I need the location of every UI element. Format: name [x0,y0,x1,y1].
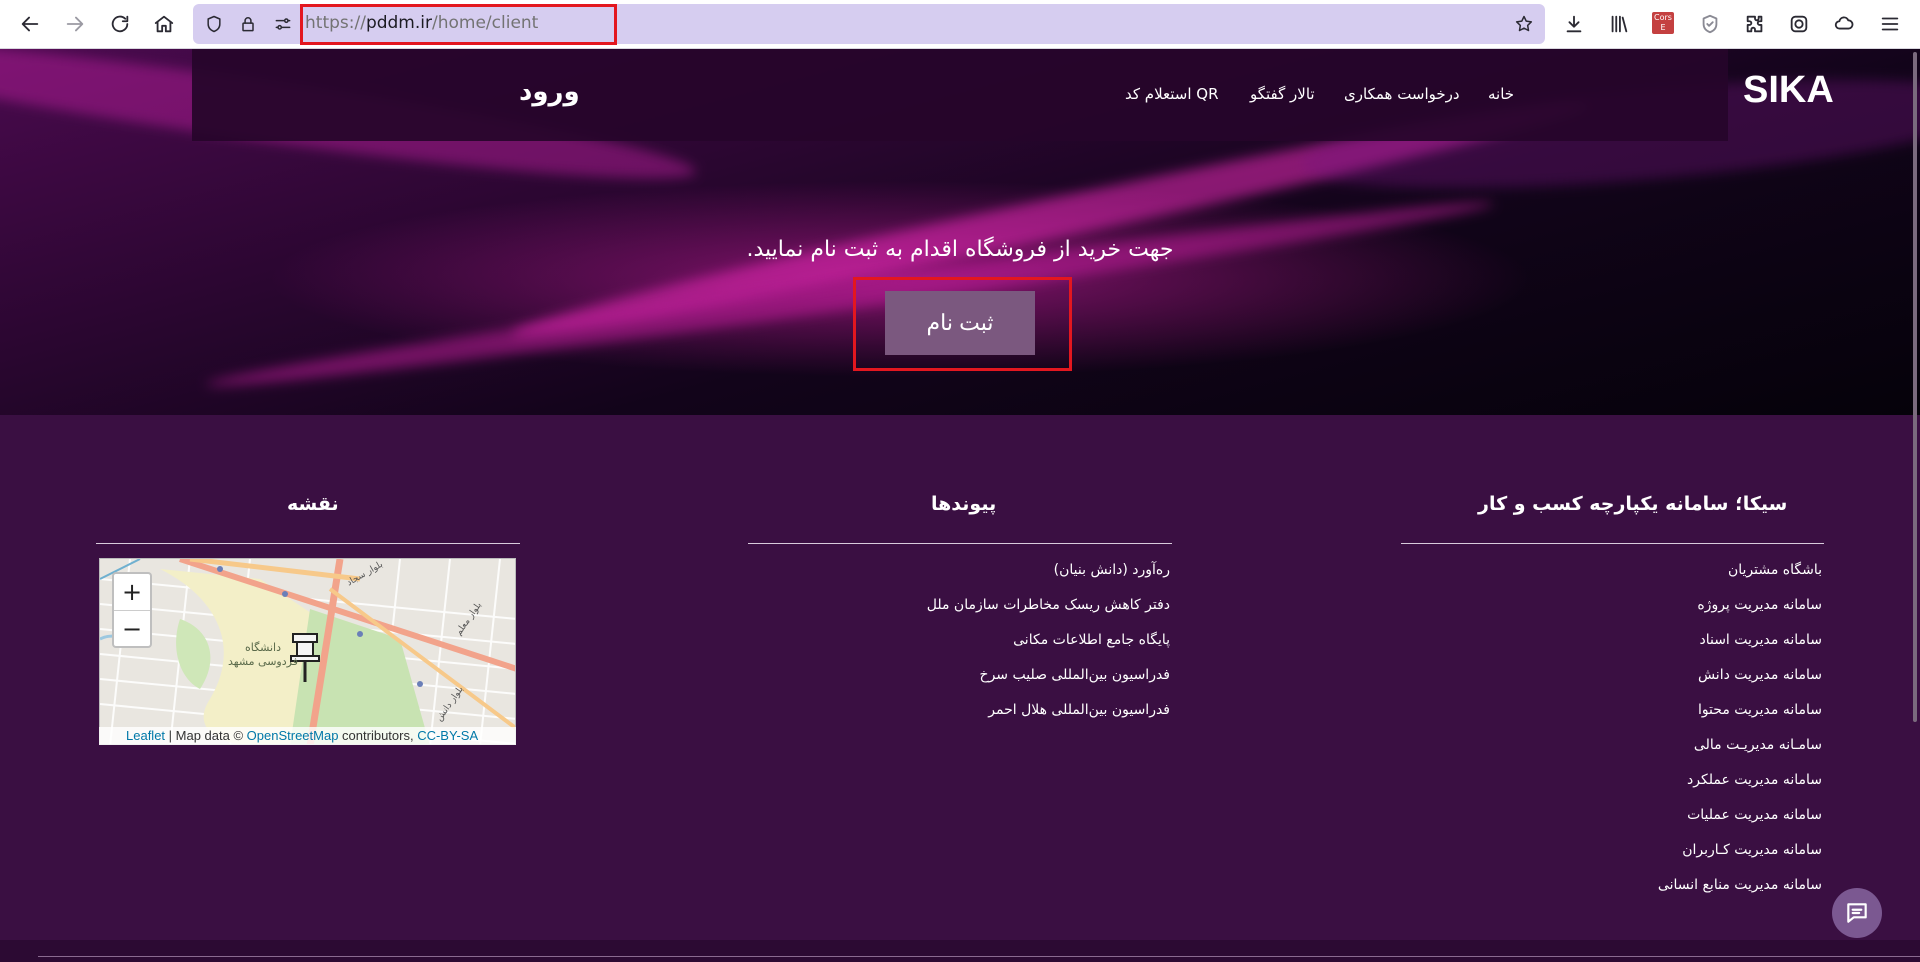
proxy-icon [1790,15,1808,33]
footer-link-undrr[interactable]: دفتر کاهش ریسک مخاطرات سازمان ملل [927,597,1170,613]
hero-section: SIKA خانه درخواست همکاری تالار گفتگو است… [0,49,1920,415]
menu-button[interactable] [1874,8,1906,40]
leaflet-link[interactable]: Leaflet [126,728,165,743]
footer-link-user-management[interactable]: سامانه مدیریت کـاربران [1682,842,1822,858]
proxy-extension-button[interactable] [1783,8,1815,40]
permissions-icon[interactable] [272,13,294,35]
puzzle-icon [1746,15,1763,33]
footer-link-rahavard[interactable]: ره‌آورد (دانش بنیان) [1054,562,1170,578]
about-divider [1401,543,1824,544]
home-icon [154,15,174,33]
forward-button[interactable] [59,8,91,40]
map-title: نقشه [287,493,339,515]
download-icon [1566,15,1582,33]
shield-badge-icon [1702,14,1718,34]
register-button[interactable]: ثبت نام [885,291,1035,355]
leaflet-map[interactable]: دانشگاه فردوسی مشهد بلوار سجاد بلوار معل… [99,558,516,745]
page-scrollbar[interactable] [1913,52,1917,722]
home-button[interactable] [148,8,180,40]
footer-link-document-management[interactable]: سامانه مدیریت اسناد [1699,632,1822,648]
cors-extension-icon[interactable]: Cors E [1652,12,1674,34]
zoom-out-button[interactable]: − [114,610,150,646]
library-button[interactable] [1603,8,1635,40]
extension-shield-button[interactable] [1694,8,1726,40]
downloads-button[interactable] [1558,8,1590,40]
footer-link-red-crescent[interactable]: فدراسیون بین‌المللی هلال احمر [988,702,1170,718]
osm-link[interactable]: OpenStreetMap [247,728,339,743]
reload-icon [111,15,129,33]
browser-toolbar: https://pddm.ir/home/client Cors E [0,0,1920,49]
zoom-in-button[interactable]: + [114,574,150,610]
links-title: پیوندها [931,493,997,515]
footer-link-operations-management[interactable]: سامانه مدیریت عملیات [1687,807,1822,823]
footer-link-spatial-data[interactable]: پایگاه جامع اطلاعات مکانی [1013,632,1170,648]
login-link[interactable]: ورود [519,77,580,107]
arrow-left-icon [21,16,39,32]
cloud-icon [1834,16,1854,30]
bookmark-star-icon[interactable] [1513,13,1535,35]
extensions-button[interactable] [1739,8,1771,40]
arrow-right-icon [66,16,84,32]
library-icon [1611,15,1628,33]
links-divider [748,543,1172,544]
footer-link-hr-management[interactable]: سامانه مدیریت منابع انسانی [1658,877,1822,893]
nav-item-forum[interactable]: تالار گفتگو [1250,85,1315,103]
nav-item-qr-inquiry[interactable]: استعلام کد QR [1125,85,1219,103]
shield-icon[interactable] [203,13,225,35]
nav-item-home[interactable]: خانه [1488,85,1514,103]
about-title: سیکا؛ سامانه یکپارچه کسب و کار [1478,493,1788,515]
chat-icon [1847,903,1867,923]
footer-link-customer-club[interactable]: باشگاه مشتریان [1728,562,1822,578]
back-button[interactable] [14,8,46,40]
hero-message: جهت خرید از فروشگاه اقدام به ثبت نام نما… [746,237,1174,262]
license-link[interactable]: CC-BY-SA [417,728,478,743]
hamburger-menu-icon [1881,17,1899,31]
url-highlight-box [300,4,617,45]
footer-link-content-management[interactable]: سامانه مدیریت محتوا [1698,702,1822,718]
partner-links: ره‌آورد (دانش بنیان) دفتر کاهش ریسک مخاط… [748,562,1170,762]
sync-extension-button[interactable] [1828,8,1860,40]
footer-link-finance-management[interactable]: سامـانه مدیریـت مالی [1694,737,1822,753]
nav-item-cooperation[interactable]: درخواست همکاری [1344,85,1460,103]
footer-link-red-cross[interactable]: فدراسیون بین‌المللی صلیب سرخ [980,667,1170,683]
map-zoom-control: + − [112,572,152,648]
map-tiles [100,559,515,744]
footer-bottom-strip [0,940,1920,962]
about-links: باشگاه مشتریان سامانه مدیریت پروژه سامان… [1401,562,1822,902]
chat-button[interactable] [1832,888,1882,938]
map-attribution: Leaflet | Map data © OpenStreetMap contr… [99,727,516,745]
hero-light-streak [204,188,1496,400]
footer-link-project-management[interactable]: سامانه مدیریت پروژه [1697,597,1822,613]
site-navbar: SIKA خانه درخواست همکاری تالار گفتگو است… [192,49,1834,141]
footer-link-knowledge-management[interactable]: سامانه مدیریت دانش [1698,667,1822,683]
footer-link-performance-management[interactable]: سامانه مدیریت عملکرد [1687,772,1822,788]
brand-logo[interactable]: SIKA [1743,69,1834,112]
lock-icon[interactable] [237,13,259,35]
footer-bottom-divider [38,956,1920,957]
reload-button[interactable] [104,8,136,40]
map-label-university: دانشگاه فردوسی مشهد [228,641,298,668]
map-divider [96,543,520,544]
